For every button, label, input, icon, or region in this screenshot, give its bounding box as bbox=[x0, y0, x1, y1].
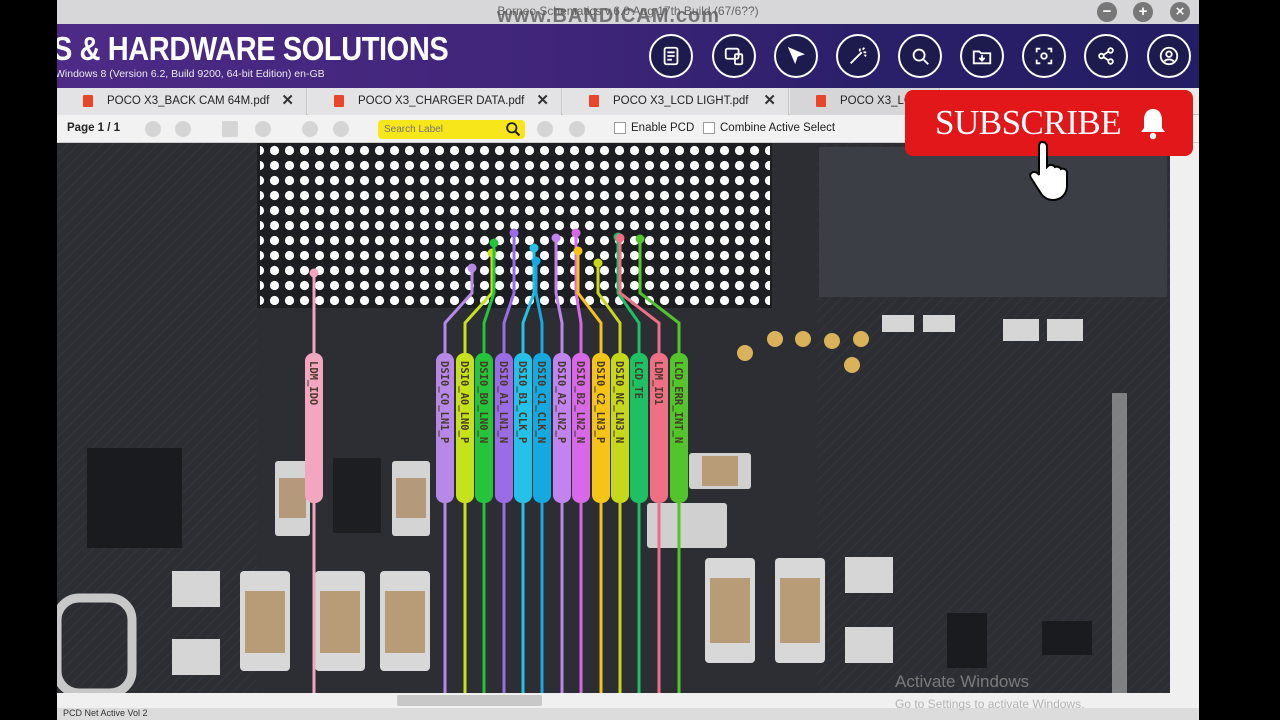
close-tab-icon[interactable]: ✕ bbox=[281, 88, 294, 114]
enable-pcd-label: Enable PCD bbox=[631, 122, 695, 134]
tab-back-cam[interactable]: POCO X3_BACK CAM 64M.pdf ✕ bbox=[57, 88, 307, 115]
pdf-icon bbox=[83, 95, 93, 107]
tab-charger-data[interactable]: POCO X3_CHARGER DATA.pdf ✕ bbox=[308, 88, 562, 115]
combine-active-select-label: Combine Active Select bbox=[720, 122, 836, 134]
activate-windows-subtext: Go to Settings to activate Windows. bbox=[895, 697, 1085, 711]
zoom-out-icon[interactable] bbox=[302, 121, 318, 137]
net-pad bbox=[489, 238, 499, 248]
close-tab-icon[interactable]: ✕ bbox=[763, 88, 776, 114]
tab-label: POCO X3_LC bbox=[840, 95, 913, 107]
net-label: LDM_ID1 bbox=[652, 361, 664, 405]
net-label: DSI0_B0_LN0_N bbox=[477, 361, 489, 443]
banner-subtitle: Windows 8 (Version 6.2, Build 9200, 64-b… bbox=[57, 68, 325, 80]
pcb-drawing: LDM_IDO DSI0_C0_LN1_P DSI0_A0_LN0_P DSI0_B0… bbox=[57, 143, 1170, 693]
net-pad bbox=[509, 228, 519, 238]
close-button[interactable]: × bbox=[1170, 2, 1190, 22]
net-pad bbox=[467, 263, 477, 273]
rotate-icon[interactable] bbox=[222, 121, 238, 137]
net-label: DSI0_C2_LN3_P bbox=[594, 361, 606, 443]
net-label: DSI0_A0_LN0_P bbox=[458, 361, 470, 443]
user-icon[interactable] bbox=[1147, 34, 1191, 78]
net-pad bbox=[615, 233, 625, 243]
net-label: DSI0_C0_LN1_P bbox=[438, 361, 450, 443]
pan-icon[interactable] bbox=[255, 121, 271, 137]
tab-label: POCO X3_BACK CAM 64M.pdf bbox=[107, 95, 270, 107]
search-label-input[interactable] bbox=[378, 120, 525, 139]
ic-package bbox=[819, 147, 1167, 297]
pdf-icon bbox=[589, 95, 599, 107]
page-indicator: Page 1 / 1 bbox=[67, 122, 121, 134]
app-banner: S & HARDWARE SOLUTIONS Windows 8 (Versio… bbox=[57, 24, 1199, 88]
scroll-thumb[interactable] bbox=[397, 695, 542, 706]
tab-label: POCO X3_CHARGER DATA.pdf bbox=[358, 95, 525, 107]
pdf-icon bbox=[334, 95, 344, 107]
tab-lcd-light[interactable]: POCO X3_LCD LIGHT.pdf ✕ bbox=[563, 88, 789, 115]
tab-label: POCO X3_LCD LIGHT.pdf bbox=[613, 95, 749, 107]
maximize-button[interactable]: + bbox=[1133, 2, 1153, 22]
close-tab-icon[interactable]: ✕ bbox=[536, 88, 549, 114]
net-pad bbox=[593, 258, 603, 268]
net-label: LDM_IDO bbox=[307, 361, 319, 405]
net-pad bbox=[531, 256, 541, 266]
magic-wand-icon[interactable] bbox=[836, 34, 880, 78]
share-icon[interactable] bbox=[1084, 34, 1128, 78]
bell-icon[interactable] bbox=[1138, 105, 1168, 141]
ic-small bbox=[87, 448, 182, 548]
net-label: DSI0_A2_LN2_P bbox=[555, 361, 567, 443]
net-pad bbox=[571, 228, 581, 238]
hand-cursor-icon bbox=[1029, 140, 1068, 202]
net-label: DSI0_NC_LN3_N bbox=[613, 361, 625, 443]
activate-windows-text: Activate Windows bbox=[895, 672, 1030, 691]
net-label: LCD_TE bbox=[632, 361, 644, 399]
next-result-icon[interactable] bbox=[569, 121, 585, 137]
net-pad bbox=[529, 243, 539, 253]
pcb-canvas[interactable]: LDM_IDO DSI0_C0_LN1_P DSI0_A0_LN0_P DSI0_B0… bbox=[57, 143, 1170, 693]
folder-download-icon[interactable] bbox=[960, 34, 1004, 78]
prev-result-icon[interactable] bbox=[537, 121, 553, 137]
net-pad bbox=[635, 234, 645, 244]
document-icon[interactable] bbox=[649, 34, 693, 78]
net-label: DSI0_C1_CLK_N bbox=[535, 361, 547, 443]
net-pad bbox=[573, 246, 583, 256]
scan-icon[interactable] bbox=[1022, 34, 1066, 78]
search-icon[interactable] bbox=[505, 121, 522, 138]
vertical-scrollbar[interactable] bbox=[1170, 143, 1199, 693]
enable-pcd-checkbox[interactable] bbox=[614, 122, 626, 134]
combine-active-select-checkbox[interactable] bbox=[703, 122, 715, 134]
minimize-button[interactable]: − bbox=[1097, 2, 1117, 22]
zoom-icon[interactable] bbox=[898, 34, 942, 78]
net-label: DSI0_B1_CLK_P bbox=[516, 361, 528, 443]
banner-title: S & HARDWARE SOLUTIONS bbox=[57, 30, 449, 67]
device-icon[interactable] bbox=[712, 34, 756, 78]
forward-icon[interactable] bbox=[175, 121, 191, 137]
net-label: DSI0_A1_LN1_N bbox=[497, 361, 509, 443]
net-pad bbox=[551, 233, 561, 243]
pdf-icon bbox=[816, 95, 826, 107]
net-label: DSI0_B2_LN2_N bbox=[574, 361, 586, 443]
zoom-in-icon[interactable] bbox=[333, 121, 349, 137]
net-pad bbox=[309, 268, 319, 278]
pointer-icon[interactable] bbox=[774, 34, 818, 78]
net-label: LCD_ERR_INT_N bbox=[672, 361, 684, 443]
back-icon[interactable] bbox=[145, 121, 161, 137]
